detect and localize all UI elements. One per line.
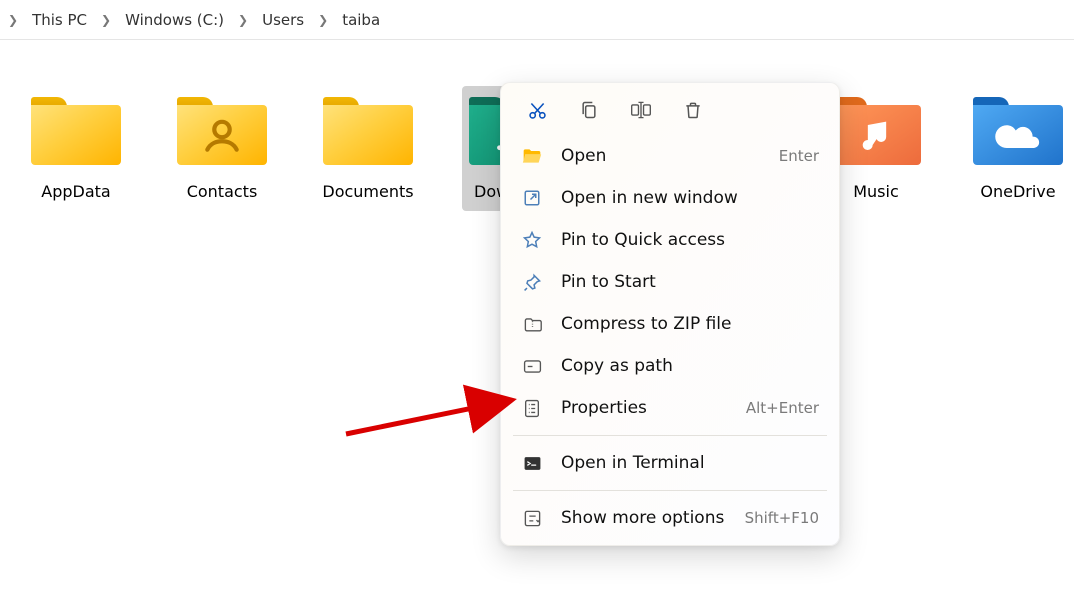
crumb-drive[interactable]: Windows (C:) — [119, 7, 230, 33]
terminal-icon — [521, 452, 543, 474]
menu-label: Show more options — [561, 508, 724, 528]
folder-label: AppData — [41, 182, 110, 201]
menu-label: Compress to ZIP file — [561, 314, 732, 334]
menu-label: Open in new window — [561, 188, 738, 208]
menu-label: Properties — [561, 398, 647, 418]
folder-icon — [970, 92, 1066, 170]
folder-label: Music — [853, 182, 899, 201]
menu-copy-path[interactable]: Copy as path — [507, 345, 833, 387]
folder-label: Documents — [322, 182, 413, 201]
folder-label: Contacts — [187, 182, 258, 201]
folder-icon — [320, 92, 416, 170]
folder-icon — [174, 92, 270, 170]
menu-label: Open — [561, 146, 606, 166]
menu-show-more[interactable]: Show more options Shift+F10 — [507, 497, 833, 539]
chevron-right-icon: ❯ — [316, 13, 330, 27]
delete-icon[interactable] — [679, 97, 707, 123]
window-icon — [521, 187, 543, 209]
crumb-user[interactable]: taiba — [336, 7, 386, 33]
zip-icon — [521, 313, 543, 335]
path-icon — [521, 355, 543, 377]
menu-label: Copy as path — [561, 356, 673, 376]
folder-appdata[interactable]: AppData — [24, 86, 128, 211]
copy-icon[interactable] — [575, 97, 603, 123]
folder-documents[interactable]: Documents — [316, 86, 420, 211]
menu-label: Pin to Start — [561, 272, 656, 292]
folder-label: OneDrive — [980, 182, 1055, 201]
menu-open-terminal[interactable]: Open in Terminal — [507, 442, 833, 484]
star-icon — [521, 229, 543, 251]
open-icon — [521, 145, 543, 167]
rename-icon[interactable] — [627, 97, 655, 123]
menu-separator — [513, 490, 827, 491]
chevron-right-icon: ❯ — [236, 13, 250, 27]
menu-label: Pin to Quick access — [561, 230, 725, 250]
menu-shortcut: Enter — [779, 147, 819, 165]
menu-shortcut: Alt+Enter — [746, 399, 819, 417]
folder-onedrive[interactable]: OneDrive — [966, 86, 1070, 211]
cut-icon[interactable] — [523, 97, 551, 123]
menu-pin-quick-access[interactable]: Pin to Quick access — [507, 219, 833, 261]
context-top-row — [507, 93, 833, 135]
crumb-users[interactable]: Users — [256, 7, 310, 33]
menu-properties[interactable]: Properties Alt+Enter — [507, 387, 833, 429]
chevron-right-icon: ❯ — [99, 13, 113, 27]
folder-icon — [828, 92, 924, 170]
menu-open[interactable]: Open Enter — [507, 135, 833, 177]
menu-shortcut: Shift+F10 — [745, 509, 819, 527]
folder-contacts[interactable]: Contacts — [170, 86, 274, 211]
crumb-this-pc[interactable]: This PC — [26, 7, 93, 33]
menu-label: Open in Terminal — [561, 453, 705, 473]
menu-open-new-window[interactable]: Open in new window — [507, 177, 833, 219]
chevron-right-icon: ❯ — [6, 13, 20, 27]
pin-icon — [521, 271, 543, 293]
more-options-icon — [521, 507, 543, 529]
context-menu: Open Enter Open in new window Pin to Qui… — [500, 82, 840, 546]
properties-icon — [521, 397, 543, 419]
menu-separator — [513, 435, 827, 436]
menu-compress-zip[interactable]: Compress to ZIP file — [507, 303, 833, 345]
menu-pin-start[interactable]: Pin to Start — [507, 261, 833, 303]
breadcrumb[interactable]: ❯ This PC ❯ Windows (C:) ❯ Users ❯ taiba — [0, 0, 1074, 40]
folder-icon — [28, 92, 124, 170]
